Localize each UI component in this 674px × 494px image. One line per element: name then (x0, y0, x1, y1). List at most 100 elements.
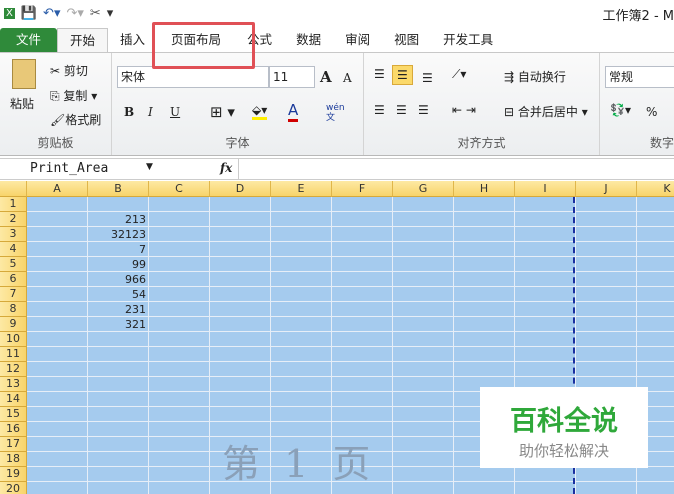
cell-B3[interactable]: 32123 (88, 227, 146, 242)
customize-icon[interactable]: ▾ (107, 6, 114, 21)
paste-icon[interactable] (12, 59, 36, 89)
row-header-6[interactable]: 6 (0, 272, 27, 287)
row-header-19[interactable]: 19 (0, 467, 27, 482)
phonetic-button[interactable]: wén 文 (326, 103, 350, 123)
column-header-E[interactable]: E (271, 181, 332, 197)
excel-icon: X (4, 7, 15, 19)
highlight-box (152, 22, 255, 69)
percent-button[interactable]: % (646, 105, 657, 119)
formula-bar: Print_Area ▼ fx (0, 158, 674, 180)
merge-center-button[interactable]: ⊟ 合并后居中 ▾ (504, 103, 588, 120)
formula-input[interactable] (238, 159, 674, 179)
tab-data[interactable]: 数据 (284, 28, 333, 53)
tab-developer[interactable]: 开发工具 (431, 28, 505, 53)
row-header-17[interactable]: 17 (0, 437, 27, 452)
fill-color-button[interactable]: ⬙▾ (252, 103, 268, 120)
column-header-A[interactable]: A (27, 181, 88, 197)
row-header-5[interactable]: 5 (0, 257, 27, 272)
cell-B6[interactable]: 966 (88, 272, 146, 287)
column-header-F[interactable]: F (332, 181, 393, 197)
tab-review[interactable]: 审阅 (333, 28, 382, 53)
select-all-corner[interactable] (0, 181, 27, 197)
font-label: 字体 (225, 136, 250, 150)
undo-icon[interactable]: ↶▾ (43, 6, 60, 21)
row-header-4[interactable]: 4 (0, 242, 27, 257)
row-header-11[interactable]: 11 (0, 347, 27, 362)
column-header-I[interactable]: I (515, 181, 576, 197)
tab-view[interactable]: 视图 (382, 28, 431, 53)
clipboard-group: 粘贴 ✂ 剪切 ⎘ 复制 ▾ 🖌格式刷 剪贴板 (0, 53, 112, 155)
currency-icon[interactable]: 💱▾ (610, 103, 631, 117)
logo-watermark: 百科全说 助你轻松解决 (480, 387, 648, 468)
border-button[interactable]: ⊞ ▾ (210, 103, 235, 121)
italic-button[interactable]: I (148, 105, 153, 119)
name-box[interactable]: Print_Area (30, 161, 108, 176)
column-header-D[interactable]: D (210, 181, 271, 197)
row-header-7[interactable]: 7 (0, 287, 27, 302)
save-icon[interactable]: 💾 (21, 6, 37, 21)
cut-button[interactable]: ✂ 剪切 (50, 62, 88, 79)
title-bar: X 💾 ↶▾ ↷▾ ✂ ▾ 工作簿2 - M (0, 0, 674, 26)
row-header-3[interactable]: 3 (0, 227, 27, 242)
font-color-button[interactable]: A (288, 101, 299, 122)
format-painter-button[interactable]: 🖌格式刷 (50, 111, 101, 128)
align-center-icon[interactable]: ☰ (396, 103, 407, 117)
tab-file[interactable]: 文件 (0, 28, 57, 53)
cell-B9[interactable]: 321 (88, 317, 146, 332)
redo-icon[interactable]: ↷▾ (66, 6, 83, 21)
tab-insert[interactable]: 插入 (108, 28, 157, 53)
indent-icons[interactable]: ⇤ ⇥ (452, 103, 476, 117)
column-header-K[interactable]: K (637, 181, 674, 197)
row-header-13[interactable]: 13 (0, 377, 27, 392)
tools-icon[interactable]: ✂ (90, 6, 101, 21)
grow-font-button[interactable]: A (320, 68, 332, 86)
row-header-20[interactable]: 20 (0, 482, 27, 494)
font-name-select[interactable]: 宋体 (117, 66, 269, 88)
tab-home[interactable]: 开始 (57, 28, 109, 53)
row-header-15[interactable]: 15 (0, 407, 27, 422)
cell-B5[interactable]: 99 (88, 257, 146, 272)
alignment-group: ☰ ☰ ☰ ⟋▾ ⇶ 自动换行 ☰ ☰ ☰ ⇤ ⇥ ⊟ 合并后居中 ▾ 对齐方式 (364, 53, 600, 155)
row-header-10[interactable]: 10 (0, 332, 27, 347)
font-size-select[interactable]: 11 (269, 66, 315, 88)
row-header-14[interactable]: 14 (0, 392, 27, 407)
clipboard-label: 剪贴板 (37, 136, 74, 150)
row-header-8[interactable]: 8 (0, 302, 27, 317)
row-header-2[interactable]: 2 (0, 212, 27, 227)
align-bottom-icon[interactable]: ☰ (422, 71, 433, 85)
page-watermark: 第 1 页 (222, 442, 377, 486)
underline-button[interactable]: U (170, 105, 180, 119)
cell-B2[interactable]: 213 (88, 212, 146, 227)
fx-icon[interactable]: fx (220, 161, 232, 175)
number-group: 常规 💱▾ % 数字 (600, 53, 674, 155)
ribbon-tabs: 文件 开始 插入 页面布局 公式 数据 审阅 视图 开发工具 (0, 26, 674, 53)
cell-B4[interactable]: 7 (88, 242, 146, 257)
copy-button[interactable]: ⎘ 复制 ▾ (50, 87, 97, 104)
orientation-icon[interactable]: ⟋▾ (452, 67, 466, 82)
shrink-font-button[interactable]: A (343, 71, 352, 85)
row-header-1[interactable]: 1 (0, 197, 27, 212)
align-left-icon[interactable]: ☰ (374, 103, 385, 117)
align-top-icon[interactable]: ☰ (374, 67, 385, 81)
cell-B7[interactable]: 54 (88, 287, 146, 302)
bold-button[interactable]: B (124, 105, 134, 119)
number-format-select[interactable]: 常规 (605, 66, 674, 88)
row-header-16[interactable]: 16 (0, 422, 27, 437)
row-header-9[interactable]: 9 (0, 317, 27, 332)
column-header-B[interactable]: B (88, 181, 149, 197)
column-header-C[interactable]: C (149, 181, 210, 197)
paste-button[interactable]: 粘贴 (10, 95, 34, 112)
column-header-G[interactable]: G (393, 181, 454, 197)
cell-B8[interactable]: 231 (88, 302, 146, 317)
column-header-J[interactable]: J (576, 181, 637, 197)
align-middle-icon[interactable]: ☰ (392, 65, 413, 85)
logo-title: 百科全说 (510, 406, 618, 437)
wrap-text-button[interactable]: ⇶ 自动换行 (504, 68, 566, 85)
row-header-18[interactable]: 18 (0, 452, 27, 467)
align-right-icon[interactable]: ☰ (418, 103, 429, 117)
logo-subtitle: 助你轻松解决 (518, 442, 609, 460)
row-header-12[interactable]: 12 (0, 362, 27, 377)
name-box-dropdown[interactable]: ▼ (146, 162, 153, 172)
column-header-H[interactable]: H (454, 181, 515, 197)
ribbon: 粘贴 ✂ 剪切 ⎘ 复制 ▾ 🖌格式刷 剪贴板 宋体 11 A A B I U … (0, 52, 674, 156)
